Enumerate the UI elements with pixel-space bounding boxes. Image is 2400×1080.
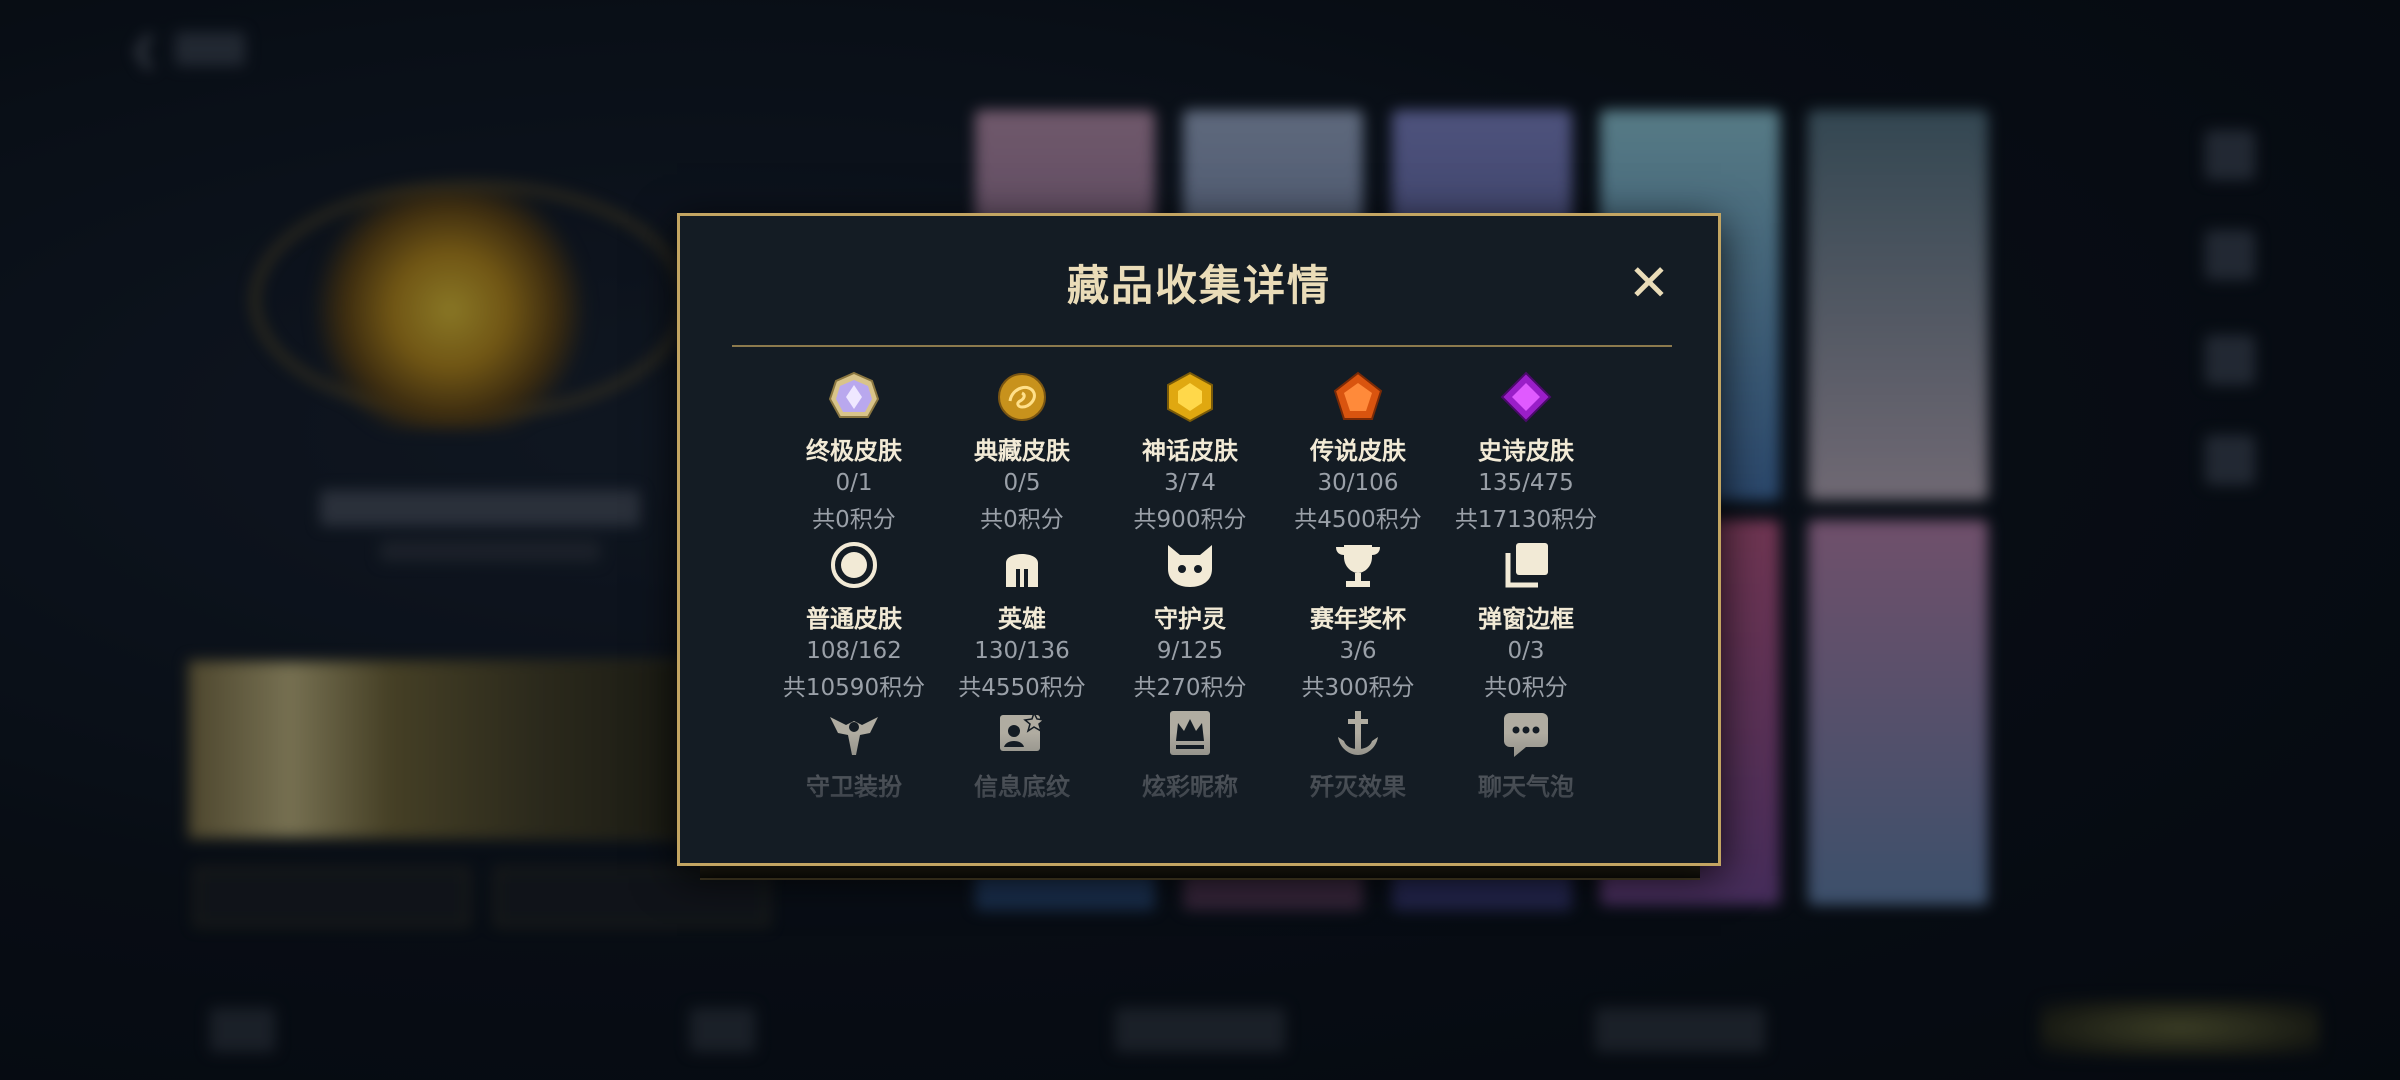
- modal-title: 藏品收集详情: [1066, 261, 1331, 310]
- item-name: 信息底纹: [974, 773, 1070, 801]
- item-name: 史诗皮肤: [1478, 437, 1574, 465]
- item-name: 弹窗边框: [1478, 605, 1574, 633]
- frame-icon: [1500, 539, 1552, 591]
- trophy-icon: [1332, 539, 1384, 591]
- purple-gem-icon: [1500, 371, 1552, 423]
- collection-item[interactable]: 史诗皮肤 135/475 共17130积分: [1442, 371, 1610, 534]
- ultimate-gem-icon: [828, 371, 880, 423]
- item-points: 共4500积分: [1294, 507, 1422, 533]
- item-points: 共4550积分: [958, 675, 1086, 701]
- modal-bottom-edge: [700, 866, 1700, 880]
- item-name: 终极皮肤: [806, 437, 902, 465]
- spirit-icon: [1164, 539, 1216, 591]
- item-points: 共17130积分: [1454, 507, 1598, 533]
- item-name: 聊天气泡: [1478, 773, 1574, 801]
- gold-gem-icon: [1164, 371, 1216, 423]
- collection-item[interactable]: 神话皮肤 3/74 共900积分: [1106, 371, 1274, 534]
- collection-item[interactable]: 传说皮肤 30/106 共4500积分: [1274, 371, 1442, 534]
- collection-item[interactable]: 弹窗边框 0/3 共0积分: [1442, 539, 1610, 702]
- collection-item[interactable]: 聊天气泡: [1442, 707, 1610, 802]
- item-name: 炫彩昵称: [1142, 773, 1238, 801]
- close-button[interactable]: ✕: [1624, 258, 1674, 308]
- collection-item[interactable]: 赛年奖杯 3/6 共300积分: [1274, 539, 1442, 702]
- chat-bubble-icon: [1500, 707, 1552, 759]
- helmet-icon: [996, 539, 1048, 591]
- item-count: 135/475: [1478, 470, 1574, 496]
- item-points: 共0积分: [1484, 675, 1568, 701]
- item-count: 3/74: [1164, 470, 1216, 496]
- item-points: 共0积分: [812, 507, 896, 533]
- item-points: 共10590积分: [782, 675, 926, 701]
- item-count: 0/5: [1003, 470, 1041, 496]
- item-name: 守卫装扮: [806, 773, 902, 801]
- collection-item[interactable]: 信息底纹: [938, 707, 1106, 802]
- collection-item[interactable]: 普通皮肤 108/162 共10590积分: [770, 539, 938, 702]
- item-name: 典藏皮肤: [974, 437, 1070, 465]
- item-name: 赛年奖杯: [1310, 605, 1406, 633]
- item-points: 共900积分: [1133, 507, 1247, 533]
- ward-icon: [828, 707, 880, 759]
- item-points: 共270积分: [1133, 675, 1247, 701]
- item-name: 歼灭效果: [1310, 773, 1406, 801]
- card-pattern-icon: [996, 707, 1048, 759]
- item-name: 守护灵: [1154, 605, 1226, 633]
- item-name: 传说皮肤: [1310, 437, 1406, 465]
- collection-item[interactable]: 终极皮肤 0/1 共0积分: [770, 371, 938, 534]
- collection-item[interactable]: 英雄 130/136 共4550积分: [938, 539, 1106, 702]
- item-points: 共0积分: [980, 507, 1064, 533]
- collection-item[interactable]: 典藏皮肤 0/5 共0积分: [938, 371, 1106, 534]
- collection-item[interactable]: 歼灭效果: [1274, 707, 1442, 802]
- item-name: 普通皮肤: [806, 605, 902, 633]
- crown-name-icon: [1164, 707, 1216, 759]
- circle-icon: [828, 539, 880, 591]
- item-count: 30/106: [1317, 470, 1399, 496]
- item-count: 0/1: [835, 470, 873, 496]
- item-count: 108/162: [806, 638, 902, 664]
- item-count: 9/125: [1156, 638, 1224, 664]
- collection-item[interactable]: 守护灵 9/125 共270积分: [1106, 539, 1274, 702]
- item-count: 3/6: [1339, 638, 1377, 664]
- item-count: 0/3: [1507, 638, 1545, 664]
- item-name: 神话皮肤: [1142, 437, 1238, 465]
- orange-gem-icon: [1332, 371, 1384, 423]
- dragon-emblem-icon: [996, 371, 1048, 423]
- item-count: 130/136: [974, 638, 1070, 664]
- item-name: 英雄: [998, 605, 1046, 633]
- collection-item[interactable]: 炫彩昵称: [1106, 707, 1274, 802]
- collection-details-modal: 藏品收集详情 ✕ 终极皮肤 0/1 共0积分 典藏皮肤 0/5 共0积分 神话皮…: [677, 213, 1721, 866]
- anchor-icon: [1332, 707, 1384, 759]
- collection-item[interactable]: 守卫装扮: [770, 707, 938, 802]
- title-divider: [732, 345, 1672, 347]
- item-points: 共300积分: [1301, 675, 1415, 701]
